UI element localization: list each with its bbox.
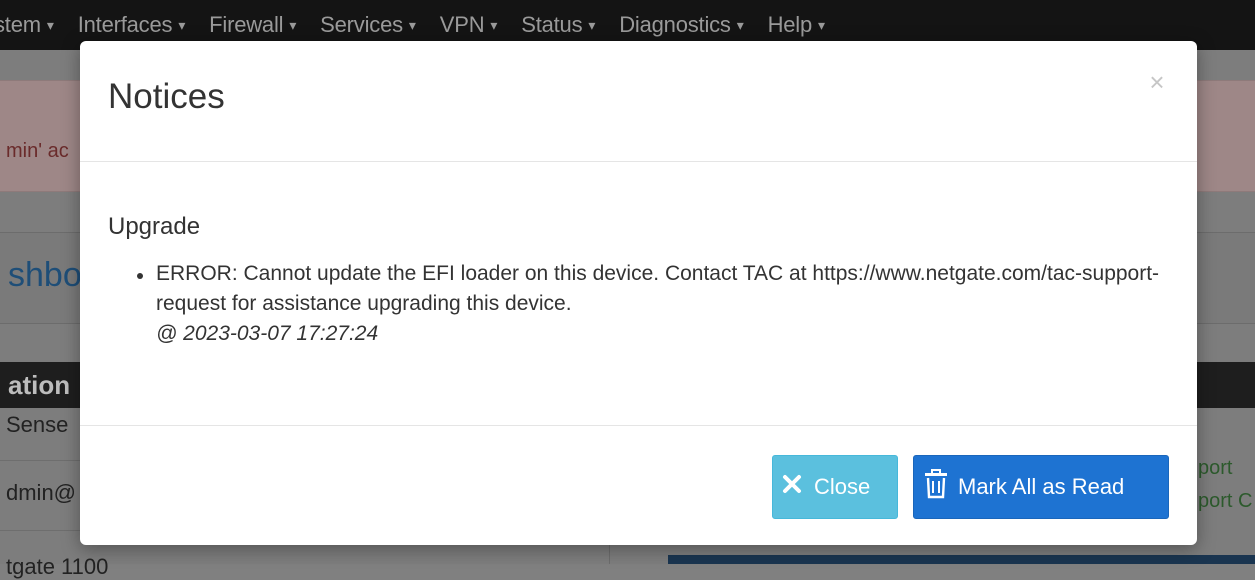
modal-header: Notices × xyxy=(80,41,1197,162)
panel-cell: tgate 1100 xyxy=(6,554,109,579)
x-icon xyxy=(782,474,802,500)
notice-list: ERROR: Cannot update the EFI loader on t… xyxy=(137,259,1166,349)
notices-modal: Notices × Upgrade ERROR: Cannot update t… xyxy=(80,41,1197,545)
nav-item-diagnostics[interactable]: Diagnostics ▾ xyxy=(607,12,755,38)
nav-item-services[interactable]: Services ▾ xyxy=(308,12,428,38)
breadcrumb[interactable]: shbo xyxy=(8,256,82,295)
nav-item-system[interactable]: stem▾ xyxy=(0,12,66,38)
nav-item-firewall[interactable]: Firewall ▾ xyxy=(197,12,308,38)
panel-cell: dmin@ xyxy=(6,480,77,505)
nav-item-vpn[interactable]: VPN ▾ xyxy=(428,12,509,38)
caret-down-icon: ▾ xyxy=(46,17,54,33)
support-link[interactable]: port C xyxy=(1198,490,1252,513)
caret-down-icon: ▾ xyxy=(408,17,416,33)
mark-all-read-label: Mark All as Read xyxy=(958,474,1125,499)
modal-body: Upgrade ERROR: Cannot update the EFI loa… xyxy=(80,162,1197,425)
caret-down-icon: ▾ xyxy=(736,17,744,33)
mark-all-read-button[interactable]: Mark All as Read xyxy=(913,455,1169,519)
notice-category-title: Upgrade xyxy=(108,213,201,240)
notice-message: ERROR: Cannot update the EFI loader on t… xyxy=(156,262,1160,315)
panel-cell: Sense xyxy=(6,412,69,437)
nav-item-status[interactable]: Status ▾ xyxy=(509,12,607,38)
alert-text: min' ac xyxy=(6,140,69,162)
caret-down-icon: ▾ xyxy=(490,17,498,33)
trash-icon xyxy=(924,469,948,505)
modal-title: Notices xyxy=(108,77,225,116)
caret-down-icon: ▾ xyxy=(818,17,825,33)
nav-item-interfaces[interactable]: Interfaces ▾ xyxy=(66,12,197,38)
bullet-icon xyxy=(137,273,143,279)
close-button[interactable]: Close xyxy=(772,455,898,519)
panel-title: ation xyxy=(8,370,71,400)
list-item: ERROR: Cannot update the EFI loader on t… xyxy=(137,259,1166,349)
caret-down-icon: ▾ xyxy=(588,17,596,33)
nav-item-help[interactable]: Help ▾ xyxy=(756,12,837,38)
notice-timestamp: @ 2023-03-07 17:27:24 xyxy=(156,322,379,345)
caret-down-icon: ▾ xyxy=(178,17,186,33)
modal-footer: Close Mark All as Read xyxy=(80,425,1197,545)
caret-down-icon: ▾ xyxy=(289,17,297,33)
close-icon[interactable]: × xyxy=(1146,69,1168,95)
right-panel-footer xyxy=(668,555,1255,564)
support-link[interactable]: port xyxy=(1198,457,1232,480)
close-button-label: Close xyxy=(814,474,871,499)
